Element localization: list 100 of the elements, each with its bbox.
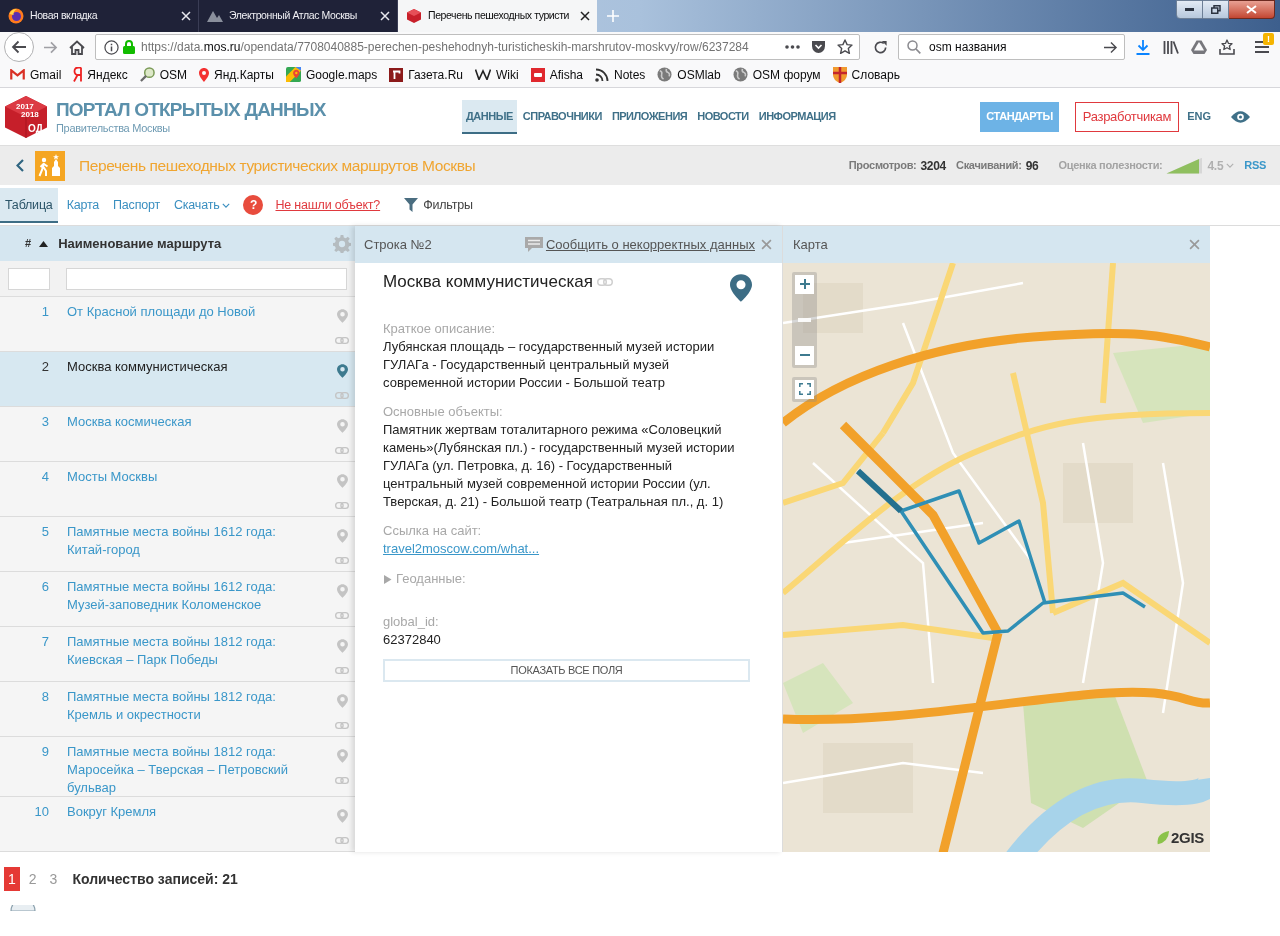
link-icon <box>335 337 349 345</box>
help-button[interactable]: ? <box>243 195 264 215</box>
bookmark[interactable]: Газета.Ru <box>389 65 463 84</box>
row-number: 10 <box>33 803 49 821</box>
minimize-button[interactable] <box>1176 0 1203 19</box>
nav-link[interactable]: НОВОСТИ <box>693 99 753 134</box>
nav-link[interactable]: ДАННЫЕ <box>462 99 517 134</box>
bookmark[interactable]: Gmail <box>10 65 62 84</box>
route-name[interactable]: Памятные места войны 1812 года: Киевская – Парк Победы <box>67 627 317 682</box>
browser-tab[interactable]: Перечень пешеходных туристи <box>398 0 597 32</box>
pin-icon <box>336 474 348 489</box>
field-label: Краткое описание: <box>383 320 497 338</box>
language-link[interactable]: ENG <box>1187 108 1211 125</box>
page-button[interactable]: 3 <box>45 867 62 891</box>
object-title: Москва коммунистическая <box>383 271 593 293</box>
search-field[interactable]: osm названия <box>898 34 1125 60</box>
pin-icon <box>336 419 348 434</box>
bookmark[interactable]: OSM форум <box>732 65 821 84</box>
name-filter-field[interactable] <box>66 267 347 290</box>
section-toggle[interactable]: Геоданные: <box>383 570 466 588</box>
number-filter-field[interactable] <box>8 267 50 290</box>
eye-icon[interactable] <box>1231 110 1250 123</box>
nav-link[interactable]: СПРАВОЧНИКИ <box>518 99 606 134</box>
developers-button[interactable]: Разработчикам <box>1074 101 1180 132</box>
bookmark[interactable]: Notes <box>595 65 646 84</box>
route-name[interactable]: Москва коммунистическая <box>67 352 317 407</box>
bookmark[interactable]: OSM <box>139 65 188 84</box>
bookmark[interactable]: Google.maps <box>285 65 378 84</box>
bookmark[interactable]: Afisha <box>530 65 583 84</box>
filters-button[interactable]: Фильтры <box>404 195 473 215</box>
view-tab[interactable]: Скачать <box>169 187 236 223</box>
route-name[interactable]: Памятные места войны 1612 года: Музей-заповедник Коломенское <box>67 572 317 627</box>
website-link[interactable]: travel2moscow.com/what... <box>383 540 540 558</box>
route-name[interactable]: Вокруг Кремля <box>67 797 317 851</box>
pin-icon <box>336 529 348 544</box>
bookmark[interactable]: Янд.Карты <box>199 65 274 84</box>
maximize-button[interactable] <box>1203 0 1229 19</box>
field-value: Лубянская площадь – государственный музей истории ГУЛАГа - Государственный центральный музей современной истории России - Большой театр <box>383 338 716 392</box>
stat-value: 3204 <box>920 157 946 175</box>
fullscreen-icon <box>798 383 811 396</box>
minimize-icon <box>1185 8 1194 11</box>
pin-icon <box>336 639 348 654</box>
arrow-right-icon <box>42 40 58 54</box>
nav-link[interactable]: ИНФОРМАЦИЯ <box>754 99 840 134</box>
rating-label: Оценка полезности: <box>1058 158 1163 174</box>
route-name[interactable]: Памятные места войны 1812 года: Маросейка – Тверская – Петровский бульвар <box>67 737 317 796</box>
plus-icon <box>799 279 810 290</box>
pin-icon <box>336 749 348 764</box>
map-attribution[interactable]: 2GIS <box>1156 826 1204 849</box>
route-name[interactable]: Мосты Москвы <box>67 462 317 517</box>
row-number: 8 <box>40 688 49 707</box>
page-button[interactable]: 2 <box>24 867 41 891</box>
column-header[interactable]: Наименование маршрута <box>58 233 222 254</box>
route-name[interactable]: Москва космическая <box>67 407 317 462</box>
stat-label: Скачиваний: <box>956 158 1022 174</box>
route-name[interactable]: Памятные места войны 1612 года: Китай-город <box>67 517 317 572</box>
search-icon <box>907 40 921 54</box>
portal-title[interactable]: ПОРТАЛ ОТКРЫТЫХ ДАННЫХ <box>56 98 326 122</box>
sort-icon[interactable] <box>39 240 49 247</box>
nav-link[interactable]: ПРИЛОЖЕНИЯ <box>607 99 692 134</box>
close-icon <box>760 239 772 250</box>
filter-icon <box>404 198 419 212</box>
restore-icon <box>1210 5 1221 14</box>
row-number: 9 <box>40 743 49 762</box>
reload-icon <box>872 39 888 55</box>
not-found-link[interactable]: Не нашли объект? <box>275 195 381 215</box>
more-icon <box>785 45 800 49</box>
walker-icon <box>35 150 65 181</box>
view-tab[interactable]: Карта <box>61 187 105 223</box>
report-link[interactable]: Сообщить о некорректных данных <box>524 234 755 255</box>
bookmark[interactable]: Словарь <box>832 65 900 84</box>
view-tab[interactable]: Таблица <box>0 187 58 223</box>
row-number: 7 <box>40 633 49 652</box>
star-icon <box>837 39 853 55</box>
link-icon <box>335 667 349 675</box>
row-number: 4 <box>40 468 49 487</box>
zoom-slider-thumb[interactable] <box>798 317 811 322</box>
back-button[interactable] <box>4 32 34 62</box>
row-number: 1 <box>40 303 49 322</box>
show-all-button[interactable]: ПОКАЗАТЬ ВСЕ ПОЛЯ <box>383 659 750 682</box>
library-icon <box>1163 40 1179 54</box>
pin-icon <box>336 809 348 823</box>
caret-icon <box>222 202 231 208</box>
stat-label: Просмотров: <box>848 158 917 174</box>
standards-button[interactable]: СТАНДАРТЫ <box>980 101 1059 132</box>
row-number: 5 <box>40 523 49 542</box>
table-row[interactable]: 2 Москва коммунистическая <box>0 352 355 408</box>
pocket-icon <box>811 40 826 54</box>
rss-link[interactable]: RSS <box>1244 157 1266 174</box>
bookmark[interactable]: Wiki <box>474 65 519 84</box>
route-name[interactable]: Памятные места войны 1812 года: Кремль и окрестности <box>67 682 317 737</box>
bookmark[interactable]: OSMlab <box>657 65 721 84</box>
close-window-button[interactable] <box>1229 0 1275 19</box>
address-field[interactable]: https://data.mos.ru/opendata/7708040885-perechen-peshehodnyh-turisticheskih-marshrutov-moskvy/row/6237284 <box>95 34 860 60</box>
field-label: Основные объекты: <box>383 403 504 421</box>
view-tab[interactable]: Паспорт <box>108 187 165 223</box>
page-button[interactable]: 1 <box>4 867 20 891</box>
bookmark[interactable]: Яндекс <box>73 65 128 84</box>
column-header[interactable]: # <box>25 235 32 252</box>
route-name[interactable]: От Красной площади до Новой <box>67 297 317 352</box>
